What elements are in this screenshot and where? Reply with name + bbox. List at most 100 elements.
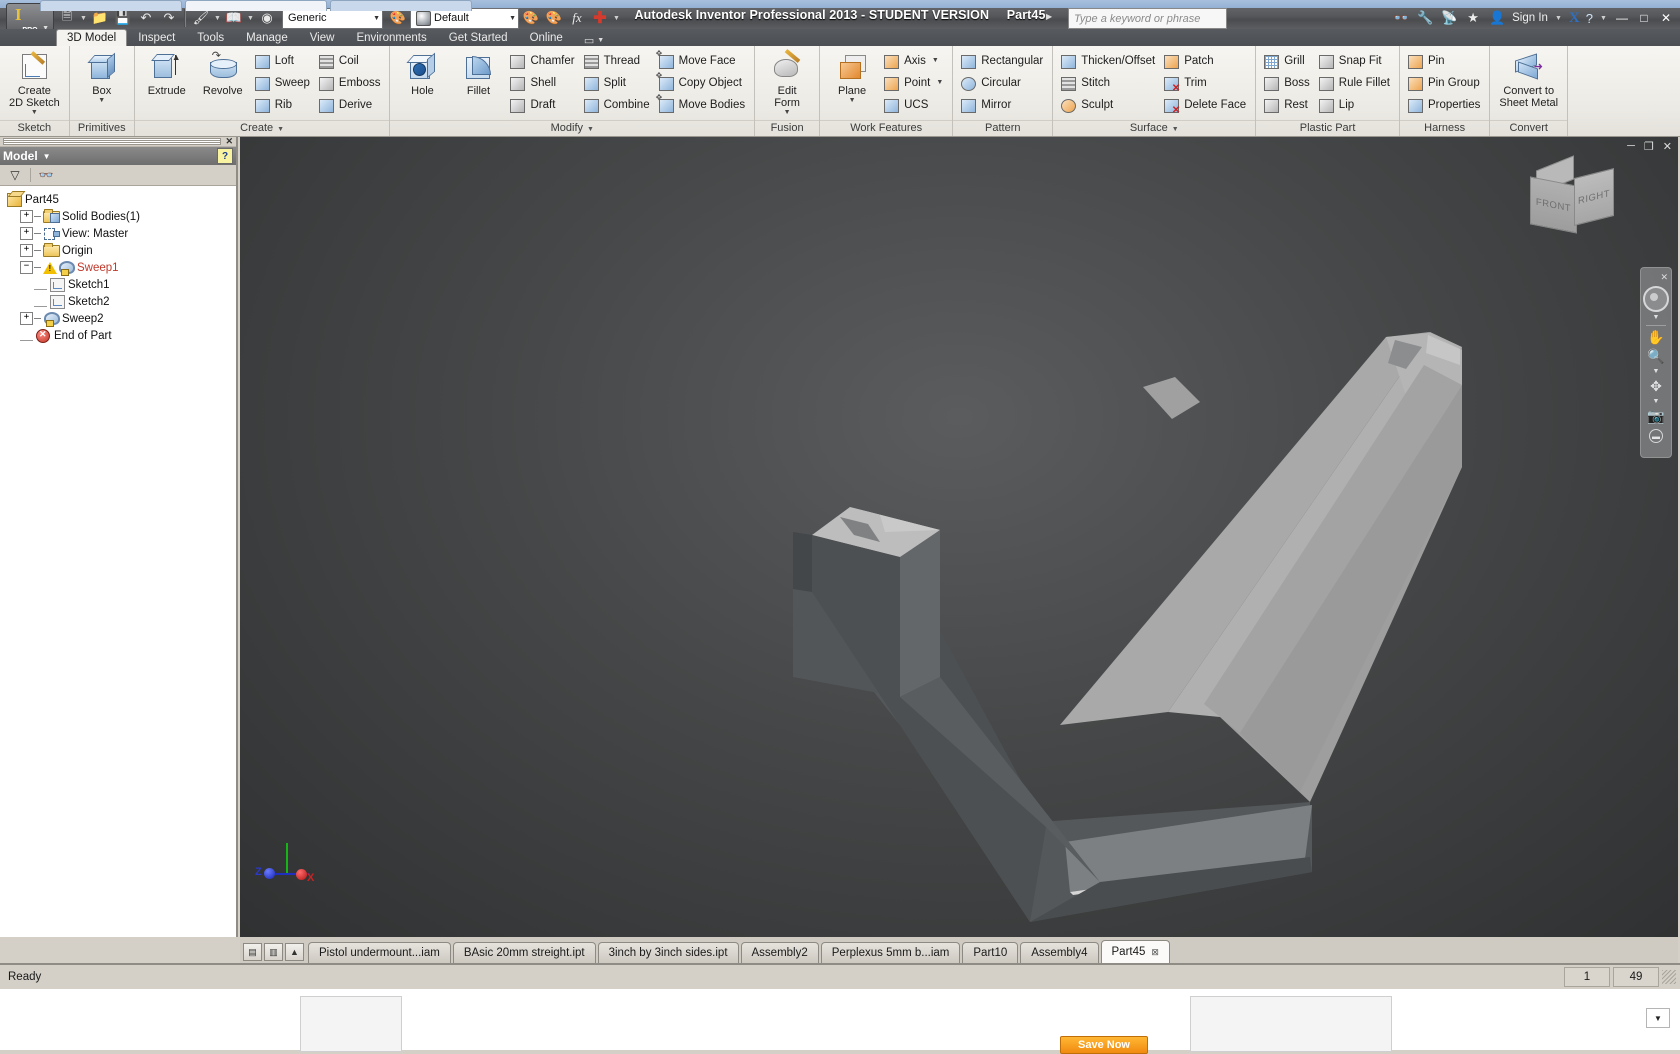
tree-node-sweep2[interactable]: + Sweep2: [6, 310, 236, 327]
chevron-down-icon[interactable]: ▼: [1653, 368, 1660, 375]
view-cube-right-face[interactable]: RIGHT: [1574, 168, 1614, 226]
ribbon-button-ucs[interactable]: UCS: [880, 94, 948, 115]
ribbon-button-move-bodies[interactable]: ✥ Move Bodies: [655, 93, 750, 115]
view-cube[interactable]: FRONT RIGHT: [1522, 155, 1622, 249]
window-close-button[interactable]: ✕: [1658, 11, 1674, 25]
browser-help-icon[interactable]: ?: [217, 148, 233, 164]
autodesk-exchange-icon[interactable]: X: [1569, 10, 1580, 27]
ribbon-button-grill[interactable]: Grill: [1260, 50, 1315, 71]
tree-node-sketch2[interactable]: Sketch2: [6, 293, 236, 310]
ribbon-tab-view[interactable]: View: [299, 29, 346, 47]
chevron-down-icon[interactable]: ▼: [1554, 15, 1563, 22]
ribbon-button-combine[interactable]: Combine: [580, 94, 655, 115]
document-tab-assembly4[interactable]: Assembly4: [1020, 942, 1099, 963]
ribbon-button-split[interactable]: Split: [580, 72, 655, 93]
navbar-close-icon[interactable]: ✕: [1660, 272, 1668, 283]
chevron-down-icon[interactable]: ▼: [1653, 398, 1660, 405]
ribbon-button-trim[interactable]: ✕ Trim: [1160, 72, 1251, 93]
chevron-down-icon[interactable]: ▼: [98, 97, 105, 104]
chevron-down-icon[interactable]: ▼: [277, 126, 284, 133]
ribbon-button-boss[interactable]: Boss: [1260, 72, 1315, 93]
steering-wheel-icon[interactable]: [1643, 286, 1669, 312]
ribbon-button-copy-object[interactable]: ✥ Copy Object: [655, 71, 750, 93]
view-cube-front-face[interactable]: FRONT: [1530, 176, 1577, 234]
ribbon-tab-manage[interactable]: Manage: [235, 29, 299, 47]
ribbon-button-pin-group[interactable]: Pin Group: [1404, 72, 1485, 93]
background-dropdown-button[interactable]: ▼: [1646, 1008, 1670, 1028]
tree-node-part45[interactable]: Part45: [6, 191, 236, 208]
find-binoculars-icon[interactable]: 👓: [37, 168, 55, 182]
ribbon-button-properties[interactable]: Properties: [1404, 94, 1485, 115]
chevron-down-icon[interactable]: ▼: [597, 37, 604, 44]
chevron-down-icon[interactable]: ▼: [849, 97, 856, 104]
expand-plus-icon[interactable]: +: [20, 227, 33, 240]
ribbon-button-snap-fit[interactable]: Snap Fit: [1315, 50, 1395, 71]
expand-plus-icon[interactable]: +: [20, 210, 33, 223]
browser-close-icon[interactable]: ✕: [221, 136, 233, 147]
document-tab-part45[interactable]: Part45 ⊠: [1100, 940, 1170, 963]
chevron-down-icon[interactable]: ▼: [587, 126, 594, 133]
tree-node-end-of-part[interactable]: End of Part: [6, 327, 236, 344]
ribbon-button-emboss[interactable]: Emboss: [315, 72, 386, 93]
part-solid-model[interactable]: [240, 137, 1678, 937]
ribbon-button-extrude[interactable]: ▲ Extrude: [139, 49, 195, 99]
chevron-down-icon[interactable]: ▼: [31, 109, 38, 116]
chevron-down-icon[interactable]: ▼: [1172, 126, 1179, 133]
pan-hand-icon[interactable]: ✋: [1647, 330, 1664, 345]
sign-in-button[interactable]: Sign In: [1512, 12, 1548, 24]
ribbon-button-chamfer[interactable]: Chamfer: [506, 50, 579, 71]
ribbon-button-create[interactable]: Create 2D Sketch ▼: [4, 49, 65, 118]
chevron-down-icon[interactable]: ▼: [932, 57, 939, 64]
ribbon-tab-tools[interactable]: Tools: [186, 29, 235, 47]
ribbon-button-thicken-offset[interactable]: Thicken/Offset: [1057, 50, 1160, 71]
help-search-input[interactable]: Type a keyword or phrase: [1068, 8, 1227, 29]
ribbon-button-convert-to[interactable]: ➜ Convert to Sheet Metal: [1494, 49, 1563, 111]
expand-plus-icon[interactable]: +: [20, 312, 33, 325]
document-tab-assembly2[interactable]: Assembly2: [740, 942, 819, 963]
ribbon-button-stitch[interactable]: Stitch: [1057, 72, 1160, 93]
document-tab-part10[interactable]: Part10: [962, 942, 1019, 963]
ribbon-tab-3d-model[interactable]: 3D Model: [56, 29, 128, 47]
ribbon-button-plane[interactable]: Plane ▼: [824, 49, 880, 106]
ribbon-button-fillet[interactable]: Fillet: [450, 49, 506, 99]
ribbon-button-move-face[interactable]: ✥ Move Face: [655, 49, 750, 71]
document-tab-basic-20mm-streight-ipt[interactable]: BAsic 20mm streight.ipt: [452, 942, 596, 963]
viewport-restore-button[interactable]: ❐: [1644, 140, 1654, 153]
ribbon-button-lip[interactable]: Lip: [1315, 94, 1395, 115]
chevron-down-icon[interactable]: ▼: [784, 109, 791, 116]
look-at-camera-icon[interactable]: 📷: [1647, 409, 1664, 424]
chevron-down-icon[interactable]: ▼: [43, 152, 51, 161]
user-avatar-icon[interactable]: 👤: [1488, 10, 1506, 26]
ribbon-button-pin[interactable]: Pin: [1404, 50, 1485, 71]
tile-windows-button[interactable]: ▤: [243, 943, 262, 961]
ribbon-button-delete-face[interactable]: ✕ Delete Face: [1160, 94, 1251, 115]
document-tab-perplexus-5mm-b-iam[interactable]: Perplexus 5mm b...iam: [820, 942, 961, 963]
ribbon-button-sculpt[interactable]: Sculpt: [1057, 94, 1160, 115]
ribbon-button-circular[interactable]: Circular: [957, 72, 1048, 93]
ribbon-button-draft[interactable]: Draft: [506, 94, 579, 115]
tree-node-origin[interactable]: + Origin: [6, 242, 236, 259]
ribbon-button-coil[interactable]: Coil: [315, 50, 386, 71]
document-tab-pistol-undermount-iam[interactable]: Pistol undermount...iam: [308, 942, 451, 963]
window-resize-grip[interactable]: [1662, 970, 1676, 984]
expand-plus-icon[interactable]: +: [20, 244, 33, 257]
save-now-button[interactable]: Save Now: [1060, 1036, 1148, 1054]
ribbon-tab-inspect[interactable]: Inspect: [127, 29, 186, 47]
ribbon-tab-environments[interactable]: Environments: [345, 29, 437, 47]
ribbon-button-hole[interactable]: Hole: [394, 49, 450, 99]
ribbon-button-box[interactable]: Box ▼: [74, 49, 130, 106]
chevron-down-icon[interactable]: ▼: [936, 79, 943, 86]
navbar-options-icon[interactable]: ▬: [1649, 429, 1663, 443]
orbit-icon[interactable]: ✥: [1650, 379, 1662, 394]
zoom-magnifier-icon[interactable]: 🔍: [1647, 349, 1664, 364]
ribbon-button-axis[interactable]: Axis ▼: [880, 50, 948, 71]
search-binoculars-icon[interactable]: 👓: [1392, 10, 1410, 26]
ribbon-button-point[interactable]: Point ▼: [880, 72, 948, 93]
close-icon[interactable]: ⊠: [1151, 947, 1159, 957]
tree-node-solid-bodies-1-[interactable]: + Solid Bodies(1): [6, 208, 236, 225]
ribbon-button-shell[interactable]: Shell: [506, 72, 579, 93]
viewport-close-button[interactable]: ✕: [1663, 140, 1672, 153]
subscription-wrench-icon[interactable]: 🔧: [1416, 10, 1434, 26]
ribbon-tab-get-started[interactable]: Get Started: [438, 29, 519, 47]
chevron-down-icon[interactable]: ▼: [1599, 15, 1608, 22]
